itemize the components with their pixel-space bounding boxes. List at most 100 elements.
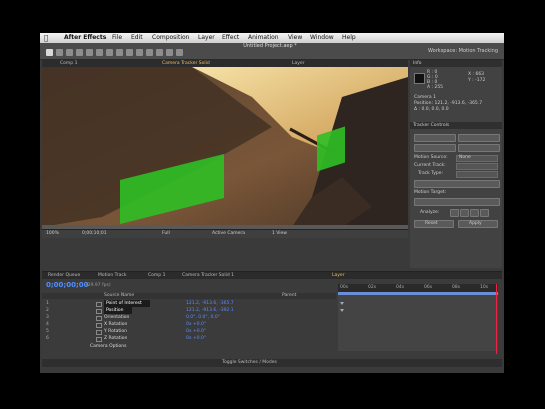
puppet-tool-icon[interactable] — [176, 49, 183, 56]
tab-comp-timeline[interactable]: Comp 1 — [148, 272, 165, 279]
tracker-panel-title: Tracker Controls — [413, 123, 450, 128]
property-value[interactable]: 0x +0.0° — [186, 328, 206, 335]
current-time-indicator[interactable] — [496, 284, 497, 354]
menu-help[interactable]: Help — [342, 33, 356, 43]
tracker-panel-header: Tracker Controls — [410, 122, 502, 129]
keyframe-icon[interactable] — [340, 309, 344, 312]
track-options-row[interactable] — [414, 180, 500, 188]
window-title: Untitled Project.aep * — [243, 43, 297, 49]
property-value[interactable]: 0x +0.0° — [186, 321, 206, 328]
parent-header[interactable]: Parent — [282, 293, 296, 299]
keyframe-icon[interactable] — [340, 302, 344, 305]
composition-tabs: Comp 1 Camera Tracker Solid Layer — [42, 60, 408, 67]
current-time-display[interactable]: 0;00;10;01 — [82, 230, 107, 238]
layer-row[interactable]: 3 Orientation 0.0°, 0.0°, 0.0° — [42, 314, 336, 321]
tab-camera-tracker-solid-timeline[interactable]: Camera Tracker Solid 1 — [182, 272, 234, 279]
pen-tool-icon[interactable] — [116, 49, 123, 56]
track-motion-button[interactable] — [414, 144, 456, 152]
layer-row[interactable]: 2 Position 121.2, -913.6, -392.1 — [42, 307, 336, 314]
time-ruler[interactable]: 00s 02s 04s 06s 08s 10s — [338, 284, 498, 292]
resolution-dropdown[interactable]: Full — [162, 230, 170, 238]
menubar:  After Effects File Edit Composition La… — [40, 33, 504, 43]
rotate-tool-icon[interactable] — [76, 49, 83, 56]
property-value[interactable]: 0x +0.0° — [186, 335, 206, 342]
analyze-back-button[interactable] — [450, 209, 459, 217]
analyze-forward-button[interactable] — [480, 209, 489, 217]
stopwatch-icon[interactable] — [96, 337, 102, 342]
menu-view[interactable]: View — [288, 33, 302, 43]
hand-tool-icon[interactable] — [56, 49, 63, 56]
motion-source-dropdown[interactable]: None — [456, 155, 498, 162]
warp-stabilizer-button[interactable] — [458, 134, 500, 142]
info-x: X : 663 — [468, 72, 485, 77]
keyframe-track-area[interactable] — [338, 295, 498, 351]
analyze-forward-frame-button[interactable] — [470, 209, 479, 217]
motion-source-label: Motion Source: — [414, 155, 448, 160]
row-index: 2 — [46, 308, 49, 313]
toggle-switches-modes[interactable]: Toggle Switches / Modes — [222, 359, 277, 367]
menu-layer[interactable]: Layer — [198, 33, 215, 43]
selection-tool-icon[interactable] — [46, 49, 53, 56]
camera-dropdown[interactable]: Active Camera — [212, 230, 245, 238]
track-camera-button[interactable] — [414, 134, 456, 142]
ruler-tick: 04s — [396, 285, 405, 290]
row-index: 4 — [46, 322, 49, 327]
mask-tool-icon[interactable] — [106, 49, 113, 56]
tab-layer-timeline[interactable]: Layer — [332, 272, 345, 279]
brush-tool-icon[interactable] — [136, 49, 143, 56]
app-screen:  After Effects File Edit Composition La… — [40, 33, 504, 373]
layer-row[interactable]: 6 Z Rotation 0x +0.0° — [42, 335, 336, 342]
apple-icon[interactable]:  — [44, 33, 48, 43]
zoom-dropdown[interactable]: 100% — [46, 230, 59, 238]
menu-edit[interactable]: Edit — [131, 33, 143, 43]
tab-comp[interactable]: Comp 1 — [60, 60, 77, 67]
pan-behind-tool-icon[interactable] — [96, 49, 103, 56]
row-index: 5 — [46, 329, 49, 334]
clone-tool-icon[interactable] — [146, 49, 153, 56]
current-track-dropdown[interactable] — [456, 163, 498, 170]
edit-target-button[interactable] — [414, 198, 500, 206]
tab-layer[interactable]: Layer — [292, 60, 305, 67]
property-value[interactable]: 0.0°, 0.0°, 0.0° — [186, 314, 220, 321]
apply-button[interactable]: Apply — [458, 220, 498, 228]
reset-label: Reset — [425, 221, 438, 226]
tab-motion-track[interactable]: Motion Track — [98, 272, 126, 279]
track-type-dropdown[interactable] — [456, 171, 498, 178]
menu-window[interactable]: Window — [310, 33, 334, 43]
layer-row[interactable]: 5 Y Rotation 0x +0.0° — [42, 328, 336, 335]
reset-button[interactable]: Reset — [414, 220, 454, 228]
layer-row[interactable]: 4 X Rotation 0x +0.0° — [42, 321, 336, 328]
info-y: Y : -172 — [468, 78, 486, 83]
tab-camera-tracker-solid[interactable]: Camera Tracker Solid — [162, 60, 210, 67]
menu-animation[interactable]: Animation — [248, 33, 279, 43]
menu-file[interactable]: File — [112, 33, 122, 43]
viewer-options-bar: 100% 0;00;10;01 Full Active Camera 1 Vie… — [42, 229, 408, 238]
current-track-label: Current Track: — [414, 163, 446, 168]
timeline-timecode[interactable]: 0;00;00;00 — [46, 281, 89, 289]
tab-render-queue[interactable]: Render Queue — [48, 272, 80, 279]
row-index: 3 — [46, 315, 49, 320]
app-menu[interactable]: After Effects — [64, 33, 106, 43]
roto-brush-tool-icon[interactable] — [166, 49, 173, 56]
composition-viewer[interactable] — [42, 67, 408, 229]
menu-composition[interactable]: Composition — [152, 33, 189, 43]
layer-row[interactable]: Camera Options — [42, 343, 336, 350]
text-tool-icon[interactable] — [126, 49, 133, 56]
ruler-tick: 00s — [340, 285, 349, 290]
property-name: Orientation — [104, 315, 130, 320]
layer-row[interactable]: 1 Point of Interest 121.2, -913.6, -365.… — [42, 300, 336, 307]
menu-effect[interactable]: Effect — [222, 33, 239, 43]
eraser-tool-icon[interactable] — [156, 49, 163, 56]
timeline-footer: Toggle Switches / Modes — [42, 359, 502, 367]
view-layout-dropdown[interactable]: 1 View — [272, 230, 287, 238]
workspace-selector[interactable]: Workspace: Motion Tracking — [428, 48, 498, 54]
analyze-back-frame-button[interactable] — [460, 209, 469, 217]
property-value[interactable]: 121.2, -913.6, -392.1 — [186, 307, 234, 314]
motion-target-label: Motion Target: — [414, 190, 447, 195]
property-value[interactable]: 121.2, -913.6, -365.7 — [186, 300, 234, 307]
zoom-tool-icon[interactable] — [66, 49, 73, 56]
camera-tool-icon[interactable] — [86, 49, 93, 56]
property-name: Z Rotation — [104, 336, 128, 341]
stabilize-motion-button[interactable] — [458, 144, 500, 152]
source-name-header[interactable]: Source Name — [104, 293, 134, 299]
